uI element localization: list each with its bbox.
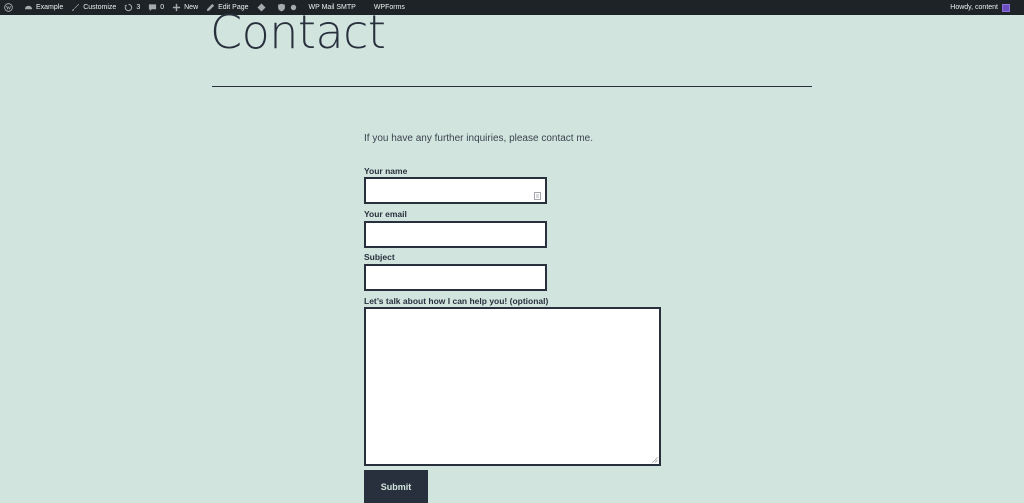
- name-field[interactable]: [364, 177, 547, 204]
- updates-link[interactable]: 3: [120, 0, 144, 15]
- site-name-label: Example: [36, 4, 64, 11]
- message-textarea[interactable]: [364, 307, 661, 466]
- admin-bar: W Example Customize 3 0 New Edit Page WP…: [0, 0, 1024, 15]
- customize-label: Customize: [83, 4, 117, 11]
- submit-button[interactable]: Submit: [364, 470, 428, 503]
- message-label: Let’s talk about how I can help you! (op…: [364, 296, 549, 306]
- customize-link[interactable]: Customize: [67, 0, 120, 15]
- subject-label: Subject: [364, 252, 395, 262]
- new-label: New: [184, 4, 199, 11]
- svg-text:W: W: [6, 5, 12, 11]
- email-label: Your email: [364, 209, 407, 219]
- subject-field[interactable]: [364, 264, 547, 291]
- comments-count: 0: [160, 4, 165, 11]
- autofill-icon[interactable]: [534, 187, 541, 200]
- updates-count: 3: [136, 4, 141, 11]
- intro-text: If you have any further inquiries, pleas…: [364, 133, 594, 144]
- name-label: Your name: [364, 166, 408, 176]
- dashboard-icon: [24, 3, 33, 12]
- brush-icon: [71, 3, 80, 12]
- title-divider: [212, 86, 812, 87]
- comment-icon: [148, 3, 157, 12]
- my-account-menu[interactable]: Howdy, content: [950, 0, 1024, 15]
- wordpress-logo-icon: W: [4, 3, 13, 12]
- email-field[interactable]: [364, 221, 547, 248]
- page-title: Contact: [210, 5, 386, 59]
- comments-link[interactable]: 0: [144, 0, 168, 15]
- new-content-link[interactable]: New: [168, 0, 202, 15]
- site-name-link[interactable]: Example: [20, 0, 67, 15]
- plus-icon: [172, 3, 181, 12]
- wordpress-logo-menu[interactable]: W: [0, 0, 20, 15]
- updates-icon: [124, 3, 133, 12]
- resize-handle-icon[interactable]: [652, 457, 658, 463]
- avatar: [1002, 3, 1010, 12]
- howdy-label: Howdy, content: [950, 4, 998, 11]
